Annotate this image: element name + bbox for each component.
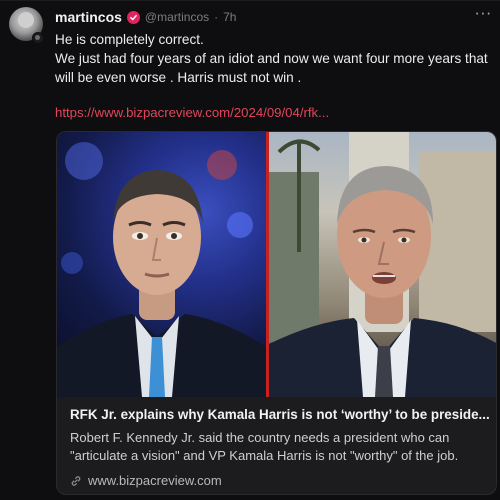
guest-video-panel — [269, 132, 496, 397]
post-link[interactable]: https://www.bizpacreview.com/2024/09/04/… — [55, 105, 329, 120]
avatar-badge-icon — [32, 32, 44, 44]
post-time[interactable]: 7h — [223, 10, 236, 24]
card-domain[interactable]: www.bizpacreview.com — [70, 473, 222, 488]
more-options-button[interactable]: ··· — [475, 7, 492, 22]
card-title[interactable]: RFK Jr. explains why Kamala Harris is no… — [70, 407, 490, 422]
link-icon — [71, 475, 81, 486]
post-body-line: He is completely correct. — [55, 32, 204, 47]
split-screen-news-interview-image — [57, 132, 496, 397]
card-description: Robert F. Kennedy Jr. said the country n… — [70, 430, 459, 463]
verified-check-icon — [126, 10, 140, 24]
post-header: martincos @martincos · 7h — [55, 8, 236, 26]
separator-dot: · — [214, 10, 219, 24]
link-preview-card[interactable]: RFK Jr. explains why Kamala Harris is no… — [56, 131, 497, 495]
post[interactable]: martincos @martincos · 7h ··· He is comp… — [0, 0, 500, 500]
author-display-name[interactable]: martincos — [55, 9, 122, 25]
interviewer-video-panel — [57, 132, 266, 397]
post-body: He is completely correct. We just had fo… — [55, 30, 490, 87]
card-domain-text: www.bizpacreview.com — [88, 473, 222, 488]
author-handle[interactable]: @martincos — [145, 10, 209, 24]
post-body-line: We just had four years of an idiot and n… — [55, 51, 488, 85]
